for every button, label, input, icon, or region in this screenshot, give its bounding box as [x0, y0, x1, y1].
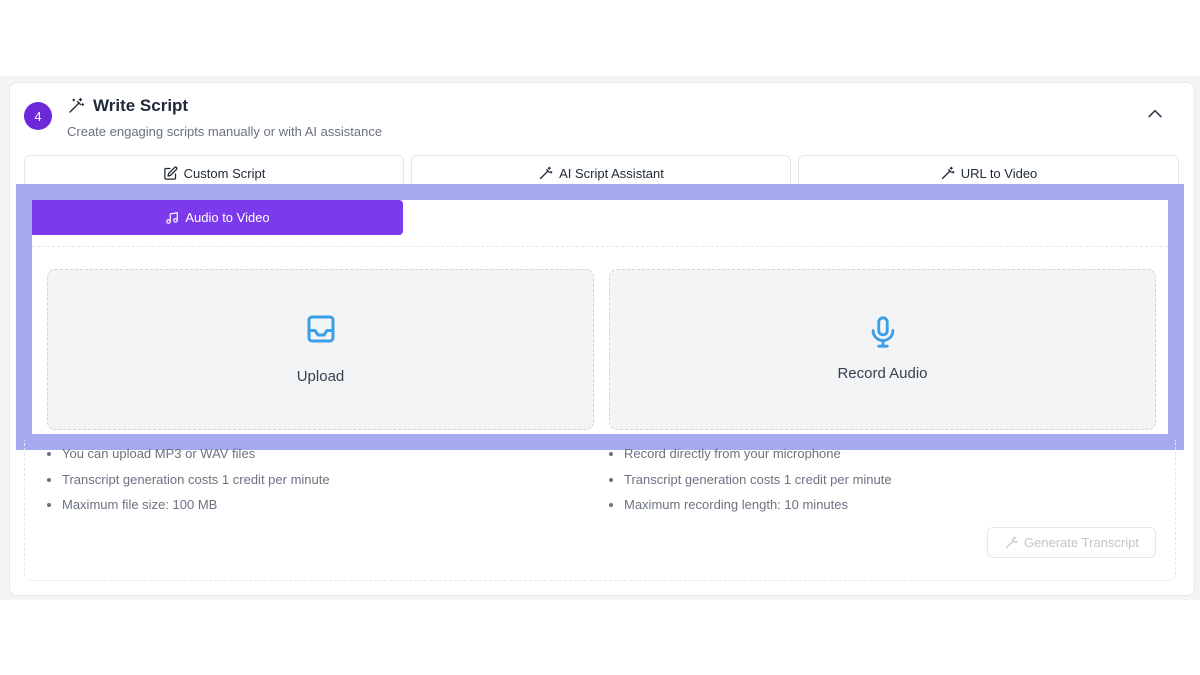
tab-label: AI Script Assistant — [559, 166, 664, 181]
section-title: Write Script — [93, 96, 189, 115]
tab-label: Custom Script — [183, 166, 266, 181]
magic-wand-icon — [539, 166, 553, 180]
generate-transcript-button[interactable]: Generate Transcript — [987, 527, 1156, 558]
collapse-chevron-up-icon[interactable] — [1145, 104, 1165, 124]
magic-wand-icon — [1005, 536, 1018, 548]
list-item: Transcript generation costs 1 credit per… — [609, 472, 892, 498]
list-item: Maximum file size: 100 MB — [47, 497, 330, 523]
tab-label: URL to Video — [960, 166, 1038, 181]
upload-dropzone[interactable]: Upload — [47, 269, 594, 430]
tab-audio-to-video[interactable]: Audio to Video — [32, 200, 403, 235]
list-item: Record directly from your microphone — [609, 446, 892, 472]
section-subtitle: Create engaging scripts manually or with… — [67, 124, 383, 139]
upload-label: Upload — [296, 368, 345, 385]
tab-label: Audio to Video — [185, 210, 270, 225]
list-item: Transcript generation costs 1 credit per… — [47, 472, 330, 498]
inbox-icon — [307, 315, 335, 343]
microphone-icon — [871, 316, 895, 348]
music-note-icon — [166, 211, 179, 224]
edit-icon — [163, 166, 178, 180]
magic-wand-icon — [69, 97, 85, 113]
record-audio-zone[interactable]: Record Audio — [609, 269, 1156, 430]
content-divider — [32, 246, 1168, 247]
step-number-badge: 4 — [24, 102, 52, 130]
list-item: You can upload MP3 or WAV files — [47, 446, 330, 472]
upload-notes-list: You can upload MP3 or WAV files Transcri… — [47, 446, 330, 523]
list-item: Maximum recording length: 10 minutes — [609, 497, 892, 523]
record-audio-label: Record Audio — [837, 365, 928, 382]
magic-wand-icon — [941, 166, 955, 180]
record-notes-list: Record directly from your microphone Tra… — [609, 446, 892, 523]
generate-transcript-label: Generate Transcript — [1024, 535, 1139, 550]
